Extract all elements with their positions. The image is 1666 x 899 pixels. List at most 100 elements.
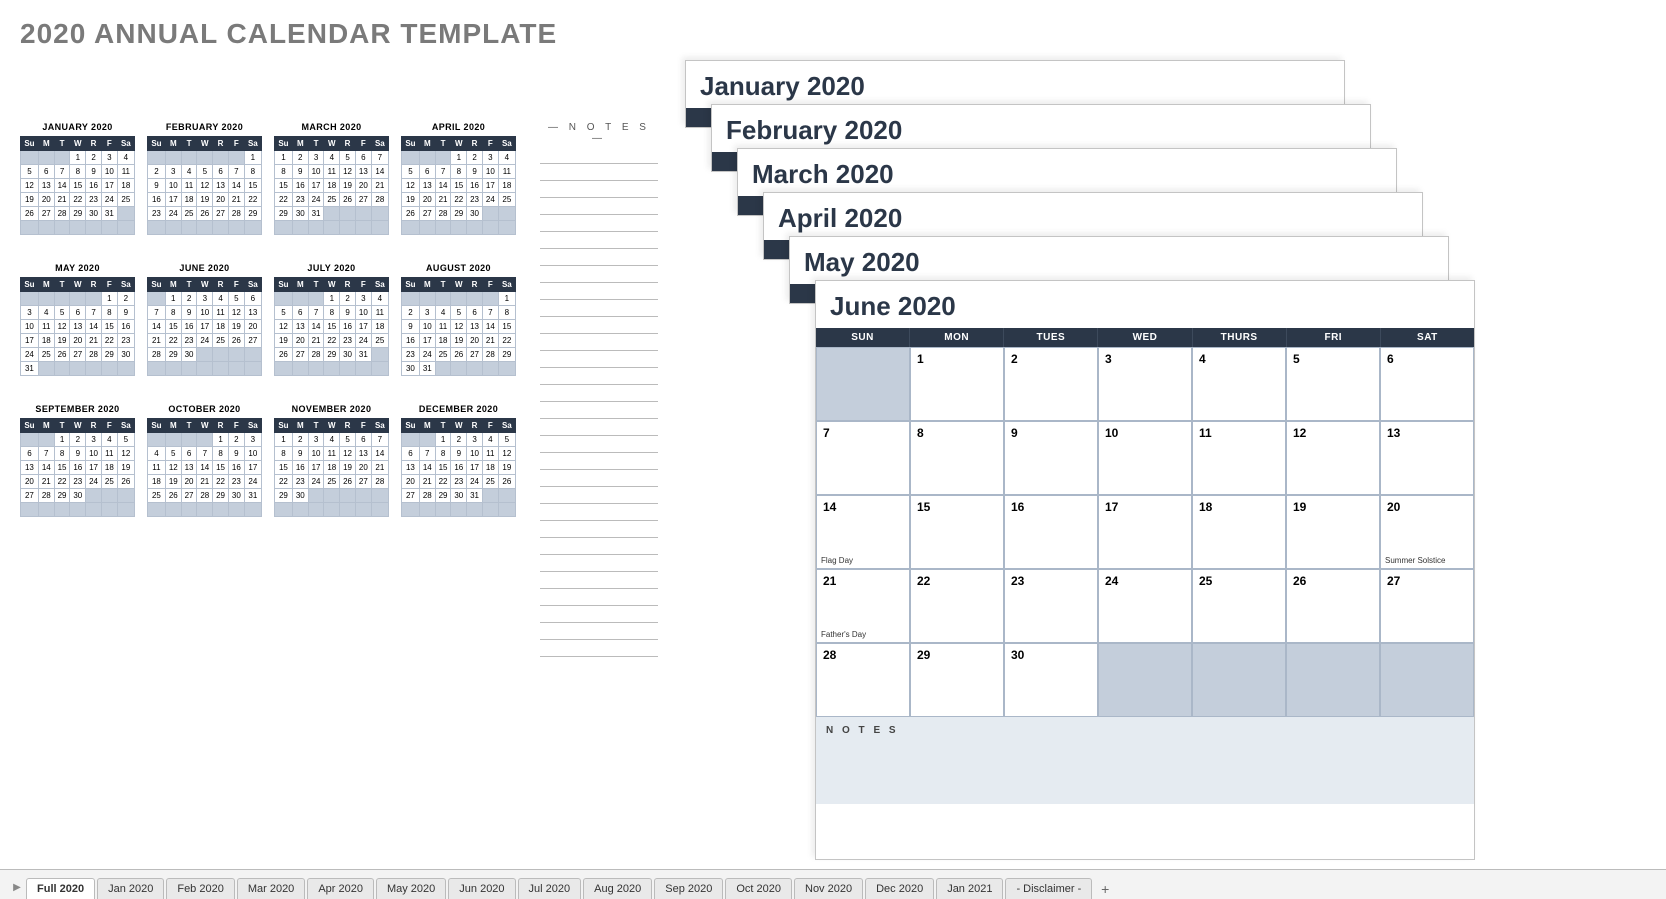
day-cell[interactable]: 23 — [1004, 569, 1098, 643]
mini-month-title: MAY 2020 — [20, 263, 135, 273]
note-line[interactable] — [540, 167, 658, 181]
day-cell[interactable] — [1098, 643, 1192, 717]
note-line[interactable] — [540, 354, 658, 368]
note-line[interactable] — [540, 524, 658, 538]
day-cell[interactable]: 17 — [1098, 495, 1192, 569]
note-line[interactable] — [540, 507, 658, 521]
day-cell[interactable]: 21Father's Day — [816, 569, 910, 643]
sheet-tab[interactable]: Nov 2020 — [794, 878, 863, 899]
sheet-tab[interactable]: - Disclaimer - — [1005, 878, 1092, 899]
note-line[interactable] — [540, 286, 658, 300]
day-cell[interactable]: 26 — [1286, 569, 1380, 643]
add-sheet-button[interactable]: + — [1094, 879, 1116, 899]
note-line[interactable] — [540, 558, 658, 572]
day-cell[interactable]: 30 — [1004, 643, 1098, 717]
note-line[interactable] — [540, 592, 658, 606]
day-cell[interactable]: 29 — [910, 643, 1004, 717]
note-line[interactable] — [540, 371, 658, 385]
note-line[interactable] — [540, 218, 658, 232]
day-cell[interactable]: 16 — [1004, 495, 1098, 569]
mini-day-cell — [371, 221, 388, 235]
day-cell[interactable]: 19 — [1286, 495, 1380, 569]
tab-nav-prev-icon[interactable]: ▶ — [8, 882, 26, 899]
note-line[interactable] — [540, 626, 658, 640]
day-cell[interactable]: 14Flag Day — [816, 495, 910, 569]
note-line[interactable] — [540, 643, 658, 657]
month-notes-area[interactable] — [816, 744, 1474, 804]
mini-dow-header: T — [308, 137, 324, 151]
day-cell[interactable]: 3 — [1098, 347, 1192, 421]
day-cell[interactable]: 6 — [1380, 347, 1474, 421]
sheet-tab[interactable]: Dec 2020 — [865, 878, 934, 899]
note-line[interactable] — [540, 439, 658, 453]
day-cell[interactable]: 10 — [1098, 421, 1192, 495]
day-cell[interactable]: 7 — [816, 421, 910, 495]
note-line[interactable] — [540, 456, 658, 470]
mini-day-cell — [148, 433, 166, 447]
day-cell[interactable] — [816, 347, 910, 421]
sheet-tab[interactable]: Full 2020 — [26, 878, 95, 899]
mini-day-cell: 8 — [213, 447, 229, 461]
day-cell[interactable]: 8 — [910, 421, 1004, 495]
sheet-tab[interactable]: Jan 2020 — [97, 878, 164, 899]
note-line[interactable] — [540, 609, 658, 623]
day-cell[interactable]: 20Summer Solstice — [1380, 495, 1474, 569]
mini-day-cell: 27 — [38, 207, 54, 221]
day-cell[interactable]: 25 — [1192, 569, 1286, 643]
note-line[interactable] — [540, 575, 658, 589]
note-line[interactable] — [540, 422, 658, 436]
mini-dow-header: Su — [21, 419, 39, 433]
day-cell[interactable]: 13 — [1380, 421, 1474, 495]
mini-day-cell — [308, 221, 324, 235]
day-cell[interactable] — [1192, 643, 1286, 717]
mini-day-cell: 15 — [244, 179, 261, 193]
note-line[interactable] — [540, 473, 658, 487]
day-cell[interactable]: 24 — [1098, 569, 1192, 643]
note-line[interactable] — [540, 541, 658, 555]
mini-month-table: SuMTWRFSa1234567891011121314151617181920… — [401, 277, 516, 376]
day-cell[interactable] — [1286, 643, 1380, 717]
sheet-tab[interactable]: Jun 2020 — [448, 878, 515, 899]
day-cell[interactable]: 11 — [1192, 421, 1286, 495]
note-line[interactable] — [540, 303, 658, 317]
day-cell[interactable]: 28 — [816, 643, 910, 717]
day-cell[interactable] — [1380, 643, 1474, 717]
note-line[interactable] — [540, 269, 658, 283]
day-cell[interactable]: 9 — [1004, 421, 1098, 495]
day-cell[interactable]: 4 — [1192, 347, 1286, 421]
day-cell[interactable]: 1 — [910, 347, 1004, 421]
note-line[interactable] — [540, 201, 658, 215]
note-line[interactable] — [540, 150, 658, 164]
note-line[interactable] — [540, 490, 658, 504]
mini-day-cell: 2 — [181, 292, 197, 306]
note-line[interactable] — [540, 184, 658, 198]
day-cell[interactable]: 15 — [910, 495, 1004, 569]
sheet-tab[interactable]: Aug 2020 — [583, 878, 652, 899]
mini-dow-header: T — [435, 137, 451, 151]
day-cell[interactable]: 27 — [1380, 569, 1474, 643]
note-line[interactable] — [540, 235, 658, 249]
day-cell[interactable]: 12 — [1286, 421, 1380, 495]
mini-day-cell: 13 — [213, 179, 229, 193]
day-cell[interactable]: 2 — [1004, 347, 1098, 421]
sheet-tab[interactable]: Mar 2020 — [237, 878, 305, 899]
sheet-tab[interactable]: Jan 2021 — [936, 878, 1003, 899]
note-line[interactable] — [540, 252, 658, 266]
note-line[interactable] — [540, 337, 658, 351]
note-line[interactable] — [540, 388, 658, 402]
mini-day-cell: 29 — [275, 207, 293, 221]
note-line[interactable] — [540, 320, 658, 334]
sheet-tab[interactable]: Jul 2020 — [518, 878, 582, 899]
sheet-tab[interactable]: Feb 2020 — [166, 878, 234, 899]
mini-day-cell: 18 — [181, 193, 197, 207]
dow-header: FRI — [1287, 328, 1381, 347]
sheet-tab[interactable]: Apr 2020 — [307, 878, 374, 899]
mini-day-cell — [467, 362, 483, 376]
sheet-tab[interactable]: May 2020 — [376, 878, 446, 899]
day-cell[interactable]: 5 — [1286, 347, 1380, 421]
sheet-tab[interactable]: Sep 2020 — [654, 878, 723, 899]
sheet-tab[interactable]: Oct 2020 — [725, 878, 792, 899]
note-line[interactable] — [540, 405, 658, 419]
day-cell[interactable]: 22 — [910, 569, 1004, 643]
day-cell[interactable]: 18 — [1192, 495, 1286, 569]
